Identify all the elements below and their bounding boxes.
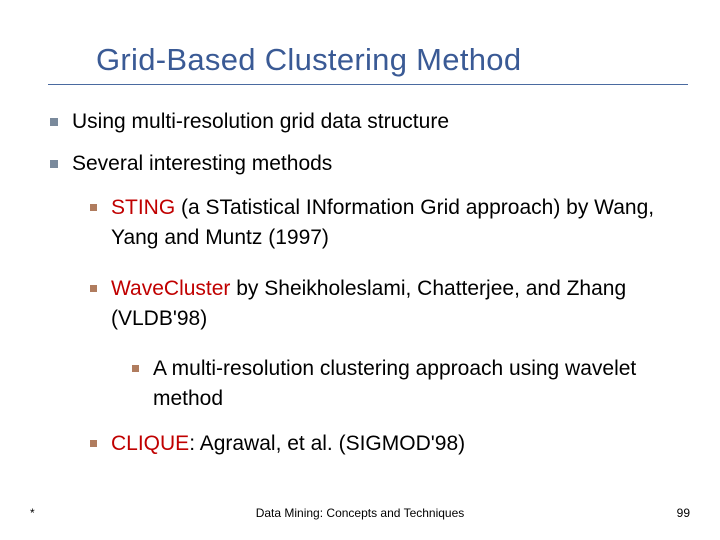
bullet-text: Using multi-resolution grid data structu… — [72, 108, 690, 136]
square-bullet-icon — [50, 118, 58, 126]
square-bullet-icon — [90, 204, 97, 211]
title-bar: Grid-Based Clustering Method — [48, 42, 688, 85]
bullet-text: WaveCluster by Sheikholeslami, Chatterje… — [111, 274, 690, 335]
bullet-rest: (a STatistical INformation Grid approach… — [111, 196, 654, 249]
square-bullet-icon — [90, 285, 97, 292]
footer-left: * — [30, 506, 35, 520]
bullet-level1: Several interesting methods — [50, 150, 690, 178]
footer-center: Data Mining: Concepts and Techniques — [0, 506, 720, 520]
keyword-wavecluster: WaveCluster — [111, 277, 230, 300]
bullet-text: Several interesting methods — [72, 150, 690, 178]
bullet-level1: Using multi-resolution grid data structu… — [50, 108, 690, 136]
keyword-clique: CLIQUE — [111, 432, 189, 455]
square-bullet-icon — [132, 365, 139, 372]
bullet-text: CLIQUE: Agrawal, et al. (SIGMOD'98) — [111, 429, 690, 459]
slide-content: Using multi-resolution grid data structu… — [50, 108, 690, 480]
square-bullet-icon — [50, 160, 58, 168]
bullet-rest: : Agrawal, et al. (SIGMOD'98) — [189, 432, 465, 455]
square-bullet-icon — [90, 440, 97, 447]
slide-title: Grid-Based Clustering Method — [48, 42, 688, 78]
bullet-text: A multi-resolution clustering approach u… — [153, 354, 690, 413]
bullet-level2: STING (a STatistical INformation Grid ap… — [90, 193, 690, 254]
slide-footer: * Data Mining: Concepts and Techniques 9… — [0, 506, 720, 520]
bullet-level2: CLIQUE: Agrawal, et al. (SIGMOD'98) — [90, 429, 690, 459]
bullet-level2: WaveCluster by Sheikholeslami, Chatterje… — [90, 274, 690, 335]
bullet-text: STING (a STatistical INformation Grid ap… — [111, 193, 690, 254]
bullet-level3: A multi-resolution clustering approach u… — [132, 354, 690, 413]
page-number: 99 — [677, 506, 690, 520]
keyword-sting: STING — [111, 196, 175, 219]
